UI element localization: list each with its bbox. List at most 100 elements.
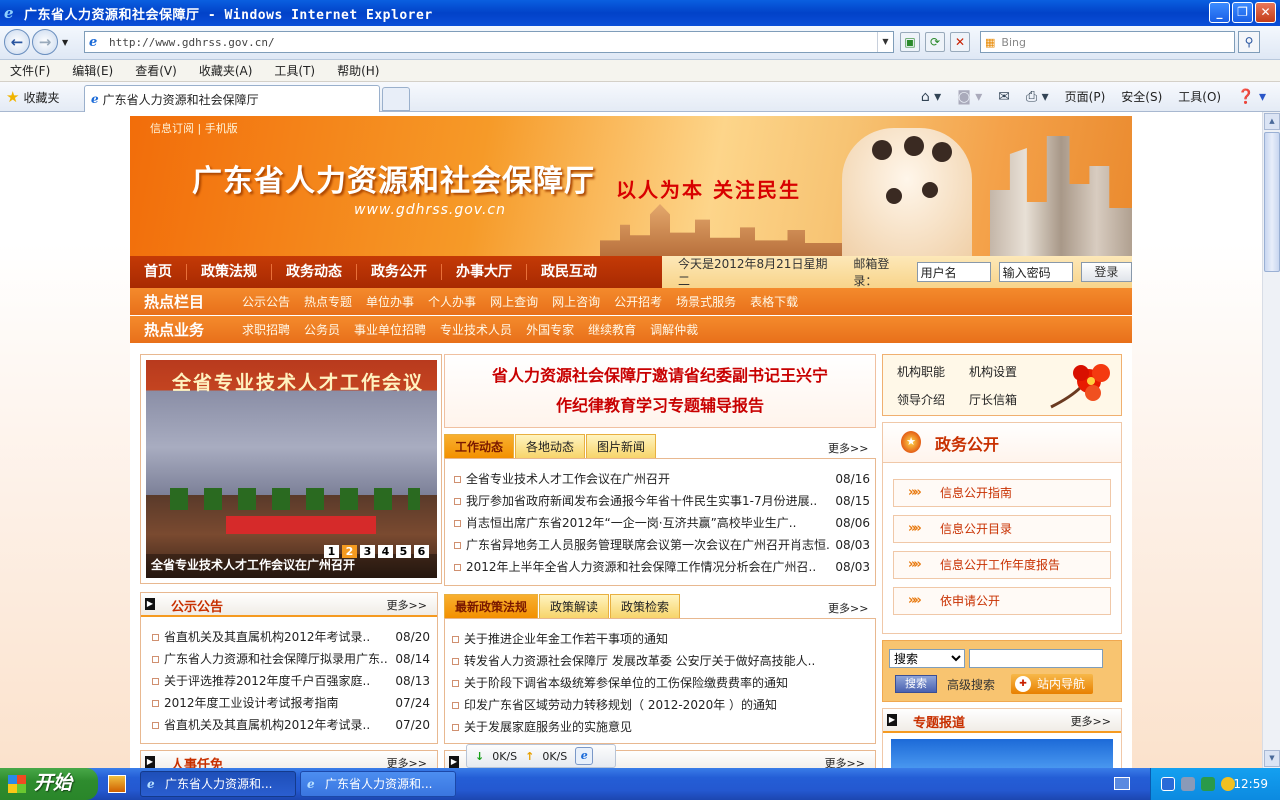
ie-small-icon[interactable]: e (575, 747, 594, 765)
help-icon[interactable]: ❓ ▾ (1237, 89, 1266, 105)
tools-menu[interactable]: 工具(O) (1178, 88, 1221, 105)
news-item[interactable]: 广东省异地务工人员服务管理联席会议第一次会议在广州召开肖志恒.. 08/03 (452, 534, 870, 556)
special-report-banner[interactable] (891, 739, 1113, 768)
nav-interaction[interactable]: 政民互动 (527, 264, 611, 280)
shield-icon[interactable] (1201, 777, 1215, 791)
policy-item[interactable]: 关于发展家庭服务业的实施意见 (450, 716, 870, 738)
bottom-mid-more-link[interactable]: 更多>> (825, 755, 865, 768)
menu-file[interactable]: 文件(F) (10, 62, 50, 79)
volume-icon[interactable] (1181, 777, 1195, 791)
biz-link-arbitration[interactable]: 调解仲裁 (650, 321, 698, 338)
notice-item[interactable]: 2012年度工业设计考试报考指南 07/24 (150, 692, 430, 714)
nav-policy[interactable]: 政策法规 (187, 264, 272, 280)
url-text[interactable]: http://www.gdhrss.gov.cn/ (109, 36, 275, 49)
org-functions-link[interactable]: 机构职能 (897, 363, 945, 380)
close-button[interactable]: ✕ (1255, 2, 1276, 23)
scroll-thumb[interactable] (1264, 132, 1280, 272)
gov-open-catalog[interactable]: »» 信息公开目录 (893, 515, 1111, 543)
menu-view[interactable]: 查看(V) (135, 62, 177, 79)
notice-item[interactable]: 关于评选推荐2012年度千户百强家庭.. 08/13 (150, 670, 430, 692)
hot-link-public-exam[interactable]: 公开招考 (614, 293, 662, 310)
hot-link-scenario-service[interactable]: 场景式服务 (676, 293, 736, 310)
nav-gov-open[interactable]: 政务公开 (357, 264, 442, 280)
back-button[interactable]: ← (4, 29, 30, 55)
home-icon[interactable]: ⌂ ▾ (921, 89, 941, 105)
biz-link-foreign-experts[interactable]: 外国专家 (526, 321, 574, 338)
news-item[interactable]: 我厅参加省政府新闻发布会通报今年省十件民生实事1-7月份进展.. 08/15 (452, 490, 870, 512)
search-input[interactable]: ▦ Bing (980, 31, 1235, 53)
biz-link-professionals[interactable]: 专业技术人员 (440, 321, 512, 338)
policy-item[interactable]: 关于推进企业年金工作若干事项的通知 (450, 628, 870, 650)
tab-policy-search[interactable]: 政策检索 (610, 594, 681, 618)
tab-work-news[interactable]: 工作动态 (444, 434, 515, 458)
start-button[interactable]: 开始 (0, 768, 98, 800)
scroll-down-icon[interactable]: ▼ (1264, 750, 1280, 767)
headline-box[interactable]: 省人力资源社会保障厅邀请省纪委副书记王兴宁 作纪律教育学习专题辅导报告 (444, 354, 876, 428)
notices-more-link[interactable]: 更多>> (387, 597, 427, 613)
site-nav-button[interactable]: ✚ 站内导航 (1011, 674, 1093, 694)
notice-item[interactable]: 省直机关及其直属机构2012年考试录.. 08/20 (150, 626, 430, 648)
hot-link-notices[interactable]: 公示公告 (242, 293, 290, 310)
menu-help[interactable]: 帮助(H) (337, 62, 379, 79)
menu-favorites[interactable]: 收藏夹(A) (199, 62, 253, 79)
search-go-icon[interactable]: ⚲ (1238, 31, 1260, 53)
slide-page-1[interactable]: 1 (324, 545, 339, 558)
slide-page-6[interactable]: 6 (414, 545, 429, 558)
gov-open-request[interactable]: »» 依申请公开 (893, 587, 1111, 615)
print-icon[interactable]: ⎙ ▾ (1026, 89, 1049, 105)
restore-button[interactable]: ❐ (1232, 2, 1253, 23)
stop-icon[interactable]: ✕ (950, 32, 970, 52)
advanced-search-link[interactable]: 高级搜索 (947, 676, 995, 693)
vertical-scrollbar[interactable]: ▲ ▼ (1262, 112, 1280, 768)
mail-icon[interactable]: ✉ (998, 89, 1010, 105)
username-input[interactable] (916, 262, 991, 282)
quick-launch-icon[interactable] (108, 775, 126, 793)
taskbar-window-2[interactable]: e 广东省人力资源和... (300, 771, 456, 797)
login-button[interactable]: 登录 (1080, 262, 1132, 282)
slide-page-3[interactable]: 3 (360, 545, 375, 558)
biz-link-continuing-edu[interactable]: 继续教育 (588, 321, 636, 338)
menu-tools[interactable]: 工具(T) (274, 62, 315, 79)
tab-latest-policy[interactable]: 最新政策法规 (444, 594, 539, 618)
site-search-button[interactable]: 搜索 (895, 675, 937, 693)
tab-photo-news[interactable]: 图片新闻 (586, 434, 657, 458)
biz-link-jobs[interactable]: 求职招聘 (242, 321, 290, 338)
leaders-link[interactable]: 领导介绍 (897, 391, 945, 408)
minimize-button[interactable]: _ (1209, 2, 1230, 23)
slide-caption[interactable]: 全省专业技术人才工作会议在广州召开 (151, 556, 355, 573)
tab-policy-interpret[interactable]: 政策解读 (539, 594, 610, 618)
history-dropdown-icon[interactable]: ▼ (62, 38, 68, 47)
address-field[interactable]: e http://www.gdhrss.gov.cn/ ▼ (84, 31, 894, 53)
feeds-icon[interactable]: ◙ ▾ (957, 89, 982, 105)
menu-edit[interactable]: 编辑(E) (72, 62, 113, 79)
hot-link-online-consult[interactable]: 网上咨询 (552, 293, 600, 310)
transfer-speed-widget[interactable]: ↓ 0K/S ↑ 0K/S e (466, 744, 616, 768)
policy-more-link[interactable]: 更多>> (828, 600, 868, 616)
policy-item[interactable]: 印发广东省区域劳动力转移规划（ 2012-2020年 ）的通知 (450, 694, 870, 716)
favorites-button[interactable]: ★ 收藏夹 (6, 88, 59, 106)
clock[interactable]: 12:59 (1233, 768, 1268, 800)
top-links[interactable]: 信息订阅 | 手机版 (150, 120, 238, 136)
news-more-link[interactable]: 更多>> (828, 440, 868, 456)
taskbar-window-1[interactable]: e 广东省人力资源和... (140, 771, 296, 797)
slide-page-4[interactable]: 4 (378, 545, 393, 558)
org-structure-link[interactable]: 机构设置 (969, 363, 1017, 380)
forward-button[interactable]: → (32, 29, 58, 55)
hot-link-forms[interactable]: 表格下载 (750, 293, 798, 310)
site-search-input[interactable] (969, 649, 1103, 668)
window-titlebar[interactable]: e 广东省人力资源和社会保障厅 - Windows Internet Explo… (0, 0, 1280, 26)
notice-item[interactable]: 广东省人力资源和社会保障厅拟录用广东.. 08/14 (150, 648, 430, 670)
gov-open-annual-report[interactable]: »» 信息公开工作年度报告 (893, 551, 1111, 579)
personnel-more-link[interactable]: 更多>> (387, 755, 427, 768)
news-item[interactable]: 2012年上半年全省人力资源和社会保障工作情况分析会在广州召.. 08/03 (452, 556, 870, 578)
compat-view-icon[interactable]: ▣ (900, 32, 920, 52)
notice-item[interactable]: 省直机关及其直属机构2012年考试录.. 07/20 (150, 714, 430, 736)
hot-link-topics[interactable]: 热点专题 (304, 293, 352, 310)
password-input[interactable] (998, 262, 1073, 282)
gov-open-guide[interactable]: »» 信息公开指南 (893, 479, 1111, 507)
news-item[interactable]: 肖志恒出席广东省2012年“一企一岗·互济共赢”高校毕业生广.. 08/06 (452, 512, 870, 534)
search-type-select[interactable]: 搜索 (889, 649, 965, 668)
slide-page-2[interactable]: 2 (342, 545, 357, 558)
policy-item[interactable]: 关于阶段下调省本级统筹参保单位的工伤保险缴费费率的通知 (450, 672, 870, 694)
scroll-up-icon[interactable]: ▲ (1264, 113, 1280, 130)
